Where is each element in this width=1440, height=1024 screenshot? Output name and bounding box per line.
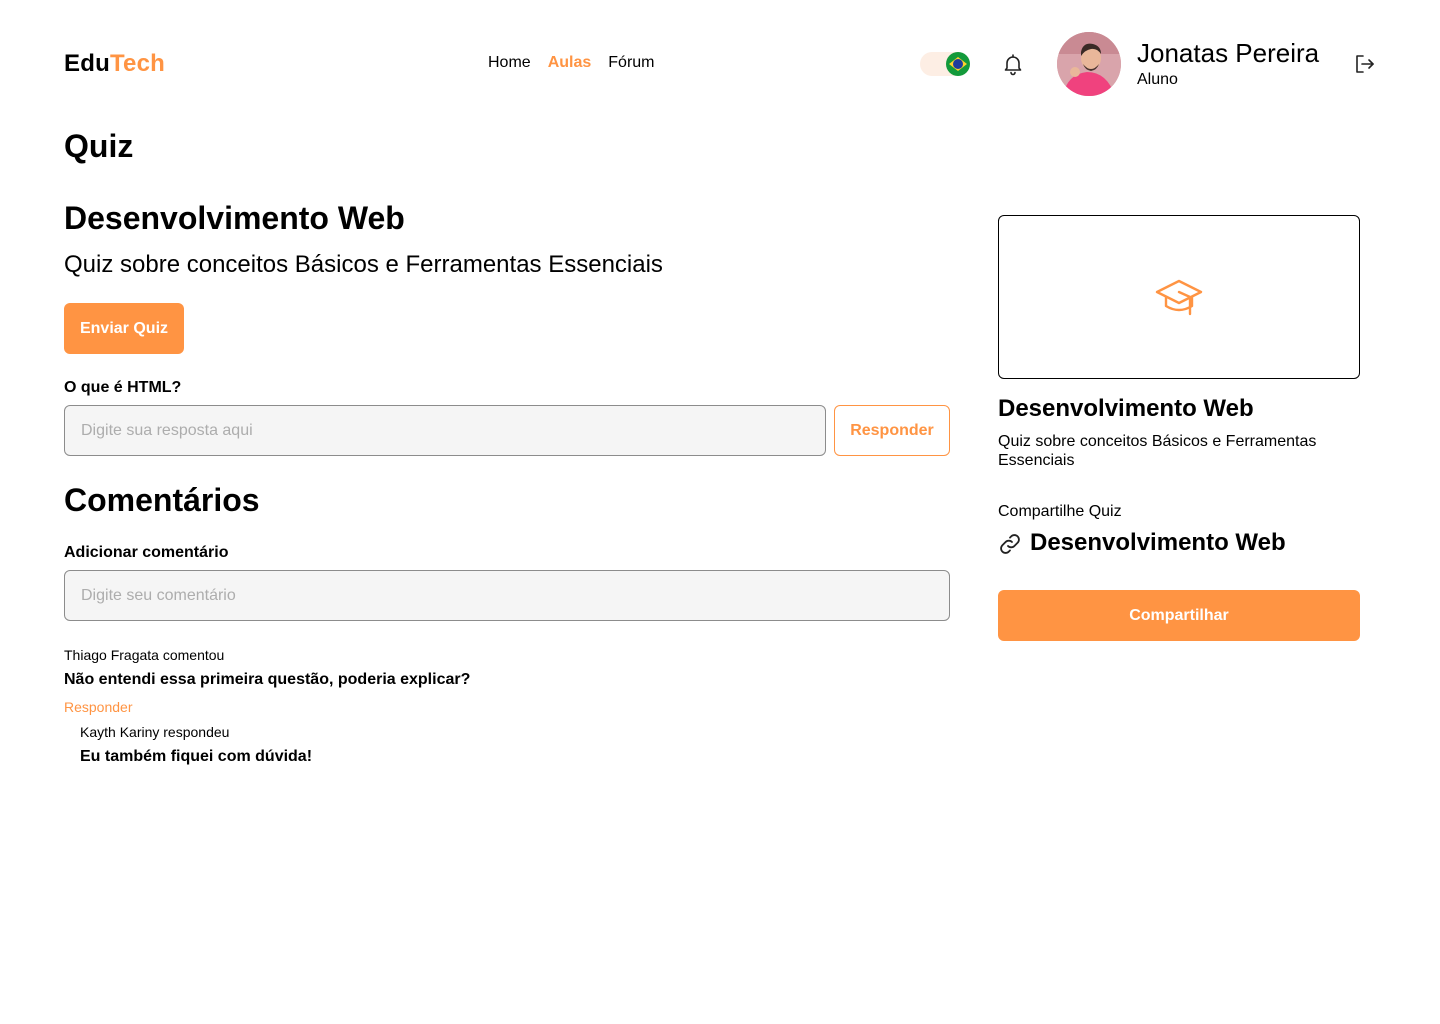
logout-icon[interactable] — [1353, 52, 1377, 76]
link-icon[interactable] — [998, 532, 1022, 556]
comment-text: Não entendi essa primeira questão, poder… — [64, 671, 471, 688]
user-name: Jonatas Pereira — [1137, 38, 1320, 68]
share-button[interactable]: Compartilhar — [998, 590, 1360, 641]
user-role: Aluno — [1137, 71, 1178, 88]
course-title: Desenvolvimento Web — [64, 200, 405, 236]
avatar-image — [1057, 32, 1121, 96]
page-title: Quiz — [64, 128, 134, 164]
add-comment-label: Adicionar comentário — [64, 544, 229, 561]
avatar[interactable] — [1057, 32, 1121, 96]
answer-button[interactable]: Responder — [834, 405, 950, 456]
send-quiz-button[interactable]: Enviar Quiz — [64, 303, 184, 354]
course-thumbnail — [998, 215, 1360, 379]
logo-text-tech: Tech — [109, 50, 165, 77]
logo-text-edu: Edu — [64, 50, 110, 77]
nav-forum[interactable]: Fórum — [608, 54, 654, 72]
comment-reply-link[interactable]: Responder — [64, 699, 133, 715]
share-label: Compartilhe Quiz — [998, 503, 1122, 520]
reply-author: Kayth Kariny respondeu — [80, 724, 230, 740]
comments-title: Comentários — [64, 482, 260, 518]
bell-icon[interactable] — [1001, 52, 1025, 76]
main-nav: Home Aulas Fórum — [488, 54, 655, 72]
sidebar-course-subtitle: Quiz sobre conceitos Básicos e Ferrament… — [998, 433, 1317, 469]
comment-author: Thiago Fragata comentou — [64, 647, 225, 663]
language-toggle[interactable] — [920, 52, 970, 76]
question-label: O que é HTML? — [64, 379, 182, 396]
brazil-flag-icon — [946, 52, 970, 76]
sidebar-course-title: Desenvolvimento Web — [998, 395, 1254, 422]
answer-input[interactable] — [64, 405, 826, 456]
logo[interactable]: EduTech — [64, 50, 165, 78]
share-course-link[interactable]: Desenvolvimento Web — [1030, 529, 1286, 557]
nav-aulas[interactable]: Aulas — [548, 54, 592, 72]
course-subtitle: Quiz sobre conceitos Básicos e Ferrament… — [64, 251, 663, 278]
reply-text: Eu também fiquei com dúvida! — [80, 748, 313, 765]
nav-home[interactable]: Home — [488, 54, 531, 72]
graduation-cap-icon — [1155, 279, 1203, 316]
comment-input[interactable] — [64, 570, 950, 621]
